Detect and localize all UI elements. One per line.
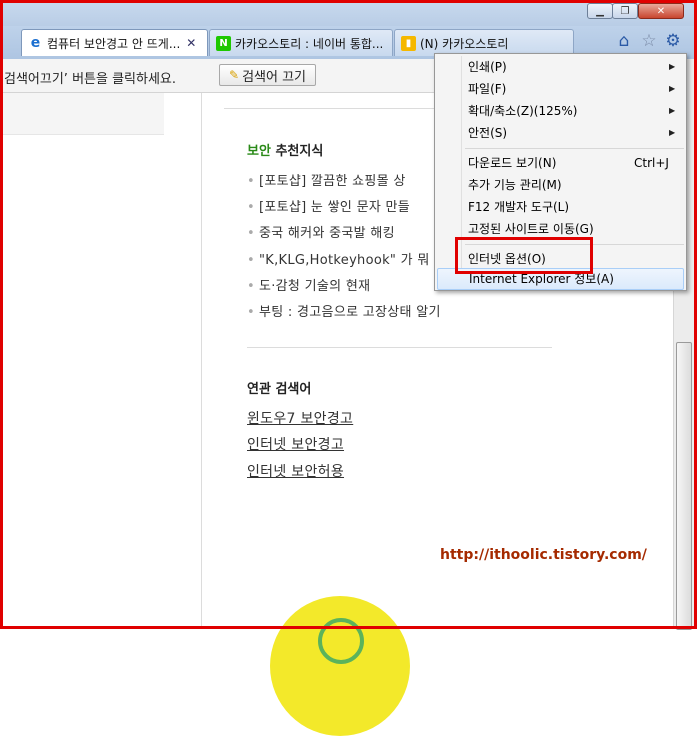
menu-item-downloads[interactable]: 다운로드 보기(N) Ctrl+J (435, 152, 686, 174)
related-link[interactable]: 윈도우7 보안경고 (247, 408, 353, 428)
left-panel (0, 93, 164, 135)
divider (224, 108, 434, 109)
maximize-icon: ❐ (620, 5, 630, 17)
tools-gear-icon[interactable]: ⚙ (663, 31, 683, 51)
tab-kakaostory[interactable]: ▮ (N) 카카오스토리 (394, 29, 574, 56)
maximize-button[interactable]: ❐ (612, 3, 638, 19)
menu-item-addons[interactable]: 추가 기능 관리(M) (435, 174, 686, 196)
naver-icon: N (216, 35, 231, 51)
tab-label: (N) 카카오스토리 (420, 36, 509, 51)
close-icon: ✕ (656, 5, 666, 17)
menu-item-devtools[interactable]: F12 개발자 도구(L) (435, 196, 686, 218)
submenu-arrow-icon: ▶ (669, 128, 676, 137)
divider (247, 347, 552, 348)
list-item[interactable]: • "K,KLG,Hotkeyhook" 가 뭐 (247, 249, 430, 268)
decorative-ring (318, 618, 364, 664)
submenu-arrow-icon: ▶ (669, 84, 676, 93)
list-item[interactable]: • 도·감청 기술의 현재 (247, 275, 370, 294)
tab-label: 컴퓨터 보안경고 안 뜨게... (47, 36, 181, 51)
submenu-arrow-icon: ▶ (669, 106, 676, 115)
related-link[interactable]: 인터넷 보안경고 (247, 434, 344, 454)
search-hint-text: 검색어끄기’ 버튼을 클릭하세요. (4, 72, 177, 87)
annotation-highlight-box (455, 237, 593, 274)
ie-icon: e (30, 35, 41, 51)
list-item[interactable]: • 부팅 : 경고음으로 고장상태 알기 (247, 301, 441, 320)
list-item[interactable]: • 중국 해커와 중국발 해킹 (247, 222, 395, 241)
close-window-button[interactable]: ✕ (638, 3, 684, 19)
home-icon[interactable]: ⌂ (614, 31, 634, 51)
related-link[interactable]: 인터넷 보안허용 (247, 461, 344, 481)
shortcut-text: Ctrl+J (634, 156, 669, 170)
tab-label: 카카오스토리 : 네이버 통합... (235, 36, 384, 51)
submenu-arrow-icon: ▶ (669, 62, 676, 71)
kakaostory-icon: ▮ (401, 35, 416, 51)
menu-item-file[interactable]: 파일(F) ▶ (435, 78, 686, 100)
column-divider (201, 93, 202, 629)
scrollbar-thumb[interactable] (676, 342, 692, 630)
tab-active[interactable]: e 컴퓨터 보안경고 안 뜨게... ✕ (21, 29, 208, 56)
menu-item-print[interactable]: 인쇄(P) ▶ (435, 56, 686, 78)
search-stop-button[interactable]: ✎ 검색어 끄기 (219, 64, 316, 86)
menu-separator (465, 148, 684, 149)
pencil-icon: ✎ (229, 68, 240, 82)
minimize-button[interactable]: ▁ (587, 3, 613, 19)
decorative-circle (270, 596, 410, 736)
related-title: 연관 검색어 (247, 382, 312, 397)
tab-naver[interactable]: N 카카오스토리 : 네이버 통합... (209, 29, 393, 56)
title-bar: ▁ ❐ ✕ (0, 0, 697, 26)
search-stop-label: 검색어 끄기 (242, 69, 306, 85)
watermark-url: http://ithoolic.tistory.com/ (440, 547, 647, 563)
minimize-icon: ▁ (596, 5, 604, 17)
tab-close-icon[interactable]: ✕ (186, 36, 196, 50)
menu-item-zoom[interactable]: 확대/축소(Z)(125%) ▶ (435, 100, 686, 122)
list-item[interactable]: • [포토샵] 깔끔한 쇼핑몰 상 (247, 170, 406, 189)
favorites-star-icon[interactable]: ☆ (639, 31, 659, 51)
list-item[interactable]: • [포토샵] 눈 쌓인 문자 만들 (247, 196, 410, 215)
menu-item-safety[interactable]: 안전(S) ▶ (435, 122, 686, 144)
search-toolbar: 검색어끄기’ 버튼을 클릭하세요. ✎ 검색어 끄기 (0, 59, 434, 93)
section-title: 보안 추천지식 (247, 144, 324, 159)
